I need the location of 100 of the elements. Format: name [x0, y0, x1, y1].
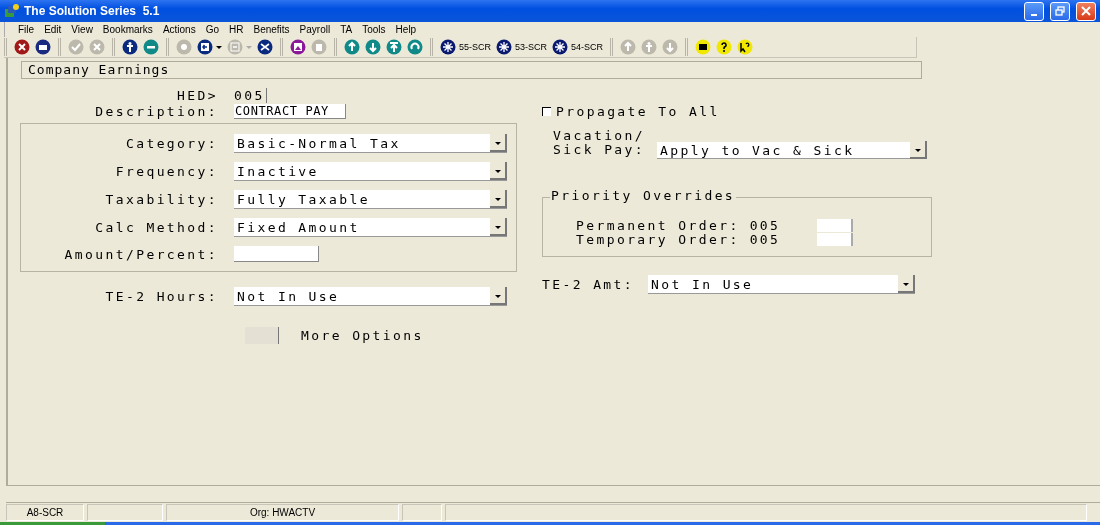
input-field[interactable]: CONTRACT PAY	[234, 103, 346, 119]
star-icon	[496, 39, 512, 55]
dropdown[interactable]: Fully Taxable	[234, 190, 507, 209]
picture-button[interactable]	[290, 39, 306, 55]
more-options-button[interactable]	[245, 327, 279, 344]
arrow-up-button[interactable]	[344, 39, 360, 55]
field-label: Category:	[124, 136, 218, 151]
dropdown[interactable]: Not In Use	[648, 275, 916, 294]
caret-icon	[216, 45, 222, 49]
app-icon	[4, 3, 20, 19]
minimize-icon	[1031, 14, 1037, 16]
help-icon	[716, 39, 733, 55]
upload-button[interactable]	[386, 39, 402, 55]
menu-item[interactable]: View	[66, 24, 98, 35]
arrow-down-button[interactable]	[365, 39, 381, 55]
book-button[interactable]	[695, 39, 712, 55]
picture-icon	[290, 39, 306, 55]
status-panel: Org: HWACTV	[166, 504, 399, 521]
toolbar-button[interactable]: 54-SCR	[552, 39, 604, 55]
toolbar-button[interactable]: 55-SCR	[440, 39, 491, 55]
field-label: Amount/Percent:	[63, 246, 218, 262]
menu-item[interactable]: Payroll	[294, 24, 336, 35]
field-value: 005	[749, 217, 782, 233]
book-icon	[695, 39, 712, 55]
dropdown[interactable]: Basic-Normal Tax	[234, 134, 507, 153]
field-label: Permanent Order:	[576, 217, 740, 233]
close-icon	[1081, 6, 1091, 16]
minus-icon	[143, 39, 159, 55]
screen-title: Company Earnings	[21, 61, 922, 79]
field-label: Description:	[94, 103, 218, 119]
menu-item[interactable]: HR	[224, 24, 249, 35]
minimize-button[interactable]	[1024, 1, 1044, 21]
toolbar-button[interactable]: 53-SCR	[496, 39, 548, 55]
checkbox-label: Propagate To All	[556, 103, 720, 119]
menu-item[interactable]: Tools	[357, 24, 391, 35]
help-button[interactable]	[716, 39, 733, 55]
caret-icon	[494, 295, 501, 298]
input-field[interactable]	[234, 246, 319, 262]
scissors-icon	[257, 39, 273, 55]
scissors-button[interactable]	[257, 39, 273, 55]
arrow-left-icon	[197, 39, 213, 55]
arrow-down-icon	[662, 39, 679, 55]
caret-icon	[246, 45, 252, 49]
field-label: Taxability:	[104, 192, 218, 207]
arrow-left-button[interactable]	[197, 39, 222, 55]
person-icon	[641, 39, 658, 55]
menu-item[interactable]: Bookmarks	[97, 24, 158, 35]
status-panel	[402, 504, 442, 521]
dropdown[interactable]: Not In Use	[234, 287, 507, 306]
close-button[interactable]	[14, 39, 30, 55]
menu-item[interactable]: Actions	[157, 24, 201, 35]
status-panel: A8-SCR	[6, 504, 84, 521]
button-label: More Options	[301, 328, 424, 343]
caret-icon	[494, 226, 501, 229]
group-title: Priority Overrides	[550, 189, 737, 203]
arrow-down-icon	[365, 39, 381, 55]
pointer-help-button[interactable]	[737, 39, 754, 55]
close-button[interactable]	[1076, 1, 1096, 21]
printer-icon	[35, 39, 51, 55]
input-field[interactable]	[816, 232, 853, 246]
person-icon	[122, 39, 138, 55]
menu-item[interactable]: Edit	[39, 24, 67, 35]
field-label: HED>	[176, 87, 218, 103]
menu-item[interactable]: TA	[335, 24, 358, 35]
menu-item[interactable]: Go	[200, 24, 224, 35]
restore-button[interactable]	[1050, 1, 1070, 21]
arrow-up-icon	[620, 39, 637, 55]
caret-icon	[494, 198, 501, 201]
refresh-button[interactable]	[407, 39, 423, 55]
menu-item[interactable]: Benefits	[248, 24, 295, 35]
person-button[interactable]	[122, 39, 138, 55]
caret-icon	[902, 283, 909, 286]
field-label: Frequency:	[114, 164, 218, 179]
caret-icon	[494, 142, 501, 145]
input-field[interactable]: 005	[234, 87, 267, 103]
menu-item[interactable]: File	[13, 24, 40, 35]
dropdown[interactable]: Inactive	[234, 162, 507, 181]
printer-button[interactable]	[35, 39, 51, 55]
star-icon	[552, 39, 569, 55]
check-icon	[68, 39, 84, 55]
caret-icon	[494, 170, 501, 173]
star-icon	[440, 39, 456, 55]
dropdown[interactable]: Apply to Vac & Sick	[657, 142, 928, 159]
menu-item[interactable]: Help	[390, 24, 422, 35]
field-label: Calc Method:	[94, 220, 218, 235]
cancel-icon	[89, 39, 105, 55]
dropdown[interactable]: Fixed Amount	[234, 218, 507, 237]
minus-button[interactable]	[143, 39, 159, 55]
arrow-up-icon	[344, 39, 360, 55]
input-field[interactable]	[816, 218, 853, 232]
window-title: The Solution Series 5.1	[24, 4, 161, 18]
refresh-icon	[407, 39, 423, 55]
field-value: 005	[749, 231, 782, 247]
field-label: Temporary Order:	[576, 231, 740, 247]
checkbox[interactable]	[542, 106, 551, 116]
upload-icon	[386, 39, 402, 55]
caret-icon	[914, 149, 921, 152]
pointer-help-icon	[737, 39, 754, 55]
close-icon	[14, 39, 30, 55]
field-label: Vacation/ Sick Pay:	[553, 129, 646, 157]
